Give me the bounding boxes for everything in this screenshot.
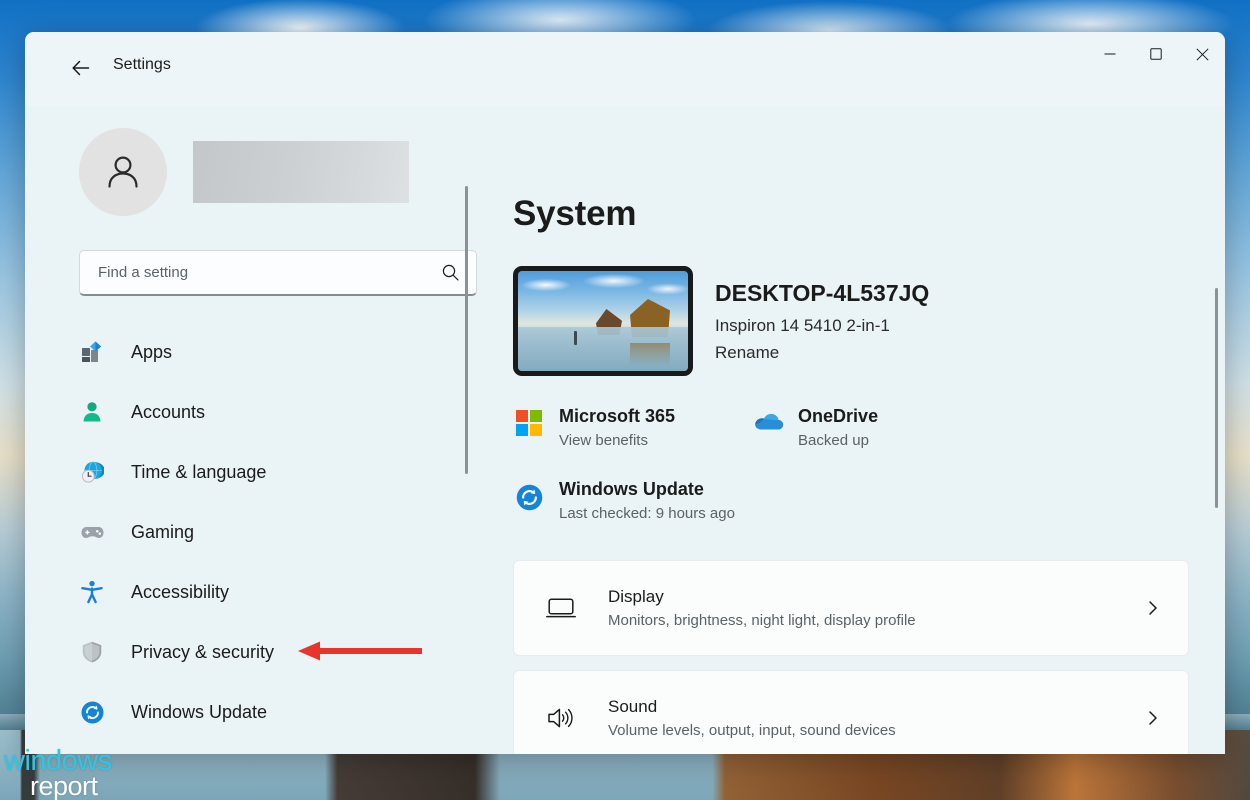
maximize-icon [1150,48,1162,60]
accessibility-person-icon [79,579,105,605]
sidebar-item-label: Privacy & security [131,641,275,662]
card-subtitle: Volume levels, output, input, sound devi… [608,722,896,739]
search-box[interactable] [79,250,477,296]
sidebar-item-label: Apps [131,341,173,362]
chevron-right-icon[interactable] [1142,600,1164,616]
microsoft-365-status[interactable]: Microsoft 365 View benefits [513,406,675,449]
window-title: Settings [113,56,171,73]
accounts-person-icon [79,399,105,425]
minimize-icon [1104,53,1116,55]
sidebar-item-privacy-security[interactable]: Privacy & security [53,622,465,682]
window-body: Apps Accounts [25,106,1225,754]
main-scrollbar[interactable] [1215,288,1218,508]
display-settings-card[interactable]: Display Monitors, brightness, night ligh… [513,560,1189,656]
profile-block[interactable] [79,128,505,216]
back-button[interactable] [63,50,99,86]
status-subtitle[interactable]: View benefits [559,432,675,449]
microsoft-logo-icon [513,406,545,436]
shield-icon [79,639,105,665]
onedrive-cloud-icon [752,406,784,432]
gamepad-icon [79,519,105,545]
windows-update-icon [513,479,545,512]
window-titlebar: Settings [25,32,1225,106]
sidebar-item-accounts[interactable]: Accounts [53,382,465,442]
card-subtitle: Monitors, brightness, night light, displ… [608,612,916,629]
rename-button[interactable]: Rename [715,343,779,363]
sidebar-item-label: Windows Update [131,701,268,722]
settings-window: Settings Find a setting Apps Accounts Ti… [25,32,1225,754]
window-controls [1087,32,1225,76]
apps-icon [79,339,105,365]
sidebar-item-label: Gaming [131,521,195,542]
sidebar-item-windows-update[interactable]: Windows Update [53,682,465,742]
chevron-right-icon[interactable] [1142,710,1164,726]
page-title: System [513,194,637,233]
monitor-icon [544,596,578,620]
minimize-button[interactable] [1087,32,1133,76]
status-subtitle: Last checked: 9 hours ago [559,505,735,522]
sidebar: Apps Accounts [25,106,505,754]
sidebar-item-label: Time & language [131,461,267,482]
sidebar-item-time-language[interactable]: Time & language [53,442,465,502]
desktop-wallpaper: Settings Find a setting Apps Accounts Ti… [0,0,1250,800]
settings-card-list: Display Monitors, brightness, night ligh… [513,560,1225,754]
sidebar-item-label: Accessibility [131,581,230,602]
status-subtitle: Backed up [798,432,869,449]
device-text-block: DESKTOP-4L537JQ Inspiron 14 5410 2-in-1 … [715,266,929,363]
status-row: Microsoft 365 View benefits OneDrive Bac… [513,406,1225,449]
device-name: DESKTOP-4L537JQ [715,280,930,306]
clock-globe-icon [79,459,105,485]
sound-settings-card[interactable]: Sound Volume levels, output, input, soun… [513,670,1189,754]
sidebar-item-gaming[interactable]: Gaming [53,502,465,562]
sidebar-nav-list: Apps Accounts Time & language Gaming Acc… [53,322,505,742]
sidebar-item-accessibility[interactable]: Accessibility [53,562,465,622]
person-avatar-icon [108,156,138,188]
windows-update-status[interactable]: Windows Update Last checked: 9 hours ago [513,479,1225,522]
maximize-button[interactable] [1133,32,1179,76]
status-title: Windows Update [559,479,704,499]
close-button[interactable] [1179,32,1225,76]
device-model: Inspiron 14 5410 2-in-1 [715,316,890,335]
onedrive-status[interactable]: OneDrive Backed up [752,406,878,449]
speaker-icon [544,705,578,731]
main-content: System DESKTOP-4L537JQ Inspiron 14 5410 … [505,106,1225,754]
search-input[interactable] [98,264,441,281]
sidebar-item-apps[interactable]: Apps [53,322,465,382]
search-icon[interactable] [441,263,460,282]
sidebar-scrollbar[interactable] [465,186,468,474]
status-title: OneDrive [798,406,879,426]
device-wallpaper-thumbnail [513,266,693,376]
card-title: Display [608,587,664,606]
sidebar-item-label: Accounts [131,401,206,422]
arrow-left-icon [72,60,90,76]
windows-update-icon [79,699,105,725]
avatar[interactable] [79,128,167,216]
card-title: Sound [608,697,658,716]
close-icon [1195,47,1209,61]
device-summary: DESKTOP-4L537JQ Inspiron 14 5410 2-in-1 … [513,266,1225,376]
status-title: Microsoft 365 [559,406,676,426]
profile-name-redacted [193,141,409,203]
